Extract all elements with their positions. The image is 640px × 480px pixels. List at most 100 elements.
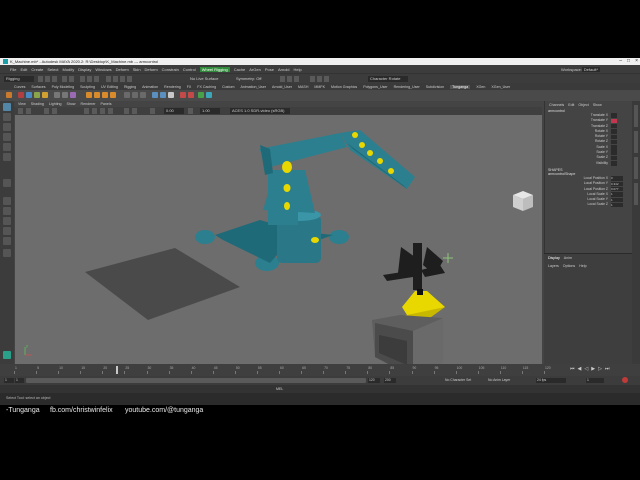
outliner-layout-icon[interactable]: [3, 217, 11, 225]
select-hierarchy-icon[interactable]: [80, 76, 85, 82]
shelf-tool-icon[interactable]: [152, 92, 158, 98]
shelf-tab-surfaces[interactable]: Surfaces: [31, 85, 45, 89]
shelf-grid-icon[interactable]: [132, 92, 138, 98]
layer-tab-anim[interactable]: Anim: [564, 256, 572, 260]
menu-display[interactable]: Display: [78, 67, 91, 72]
shape-attribute-row[interactable]: Local Scale Z1: [545, 202, 632, 208]
shelf-tab-rigging[interactable]: Rigging: [124, 85, 136, 89]
shape-attribute-value[interactable]: 1: [611, 202, 623, 208]
command-line[interactable]: MEL: [0, 385, 640, 393]
shelf-tab-xgen[interactable]: XGen: [476, 85, 485, 89]
play-back-icon[interactable]: ◁: [584, 366, 588, 374]
cb-tab-show[interactable]: Show: [593, 103, 602, 107]
shelf-tab-animation-user[interactable]: Animation_User: [240, 85, 266, 89]
four-view-layout-icon[interactable]: [3, 207, 11, 215]
side-tab-tool-settings[interactable]: [634, 157, 638, 179]
new-scene-icon[interactable]: [38, 76, 43, 82]
shelf-tab-mmfk[interactable]: MMFK: [314, 85, 325, 89]
shelf-tool-icon[interactable]: [160, 92, 166, 98]
maximize-button[interactable]: □: [627, 58, 630, 65]
shelf-tab-curves[interactable]: Curves: [14, 85, 25, 89]
snap-grid-icon[interactable]: [106, 76, 111, 82]
shelf-tab-rendering[interactable]: Rendering: [164, 85, 181, 89]
shelf-script-icon[interactable]: [18, 92, 24, 98]
snap-curve-icon[interactable]: [113, 76, 118, 82]
select-object-icon[interactable]: [87, 76, 92, 82]
channel-attribute-value[interactable]: [611, 139, 617, 145]
render-settings-icon[interactable]: [294, 76, 299, 82]
shelf-tab-xgen-user[interactable]: XGen_User: [491, 85, 510, 89]
channel-attribute-row[interactable]: Visibility: [545, 161, 632, 166]
menu-create[interactable]: Create: [31, 67, 43, 72]
crate-box[interactable]: [372, 315, 443, 364]
paint-select-tool-icon[interactable]: [3, 123, 11, 131]
save-scene-icon[interactable]: [52, 76, 57, 82]
menu-cache[interactable]: Cache: [234, 67, 246, 72]
hypershade-layout-icon[interactable]: [3, 237, 11, 245]
shelf-settings-icon[interactable]: [6, 92, 12, 98]
go-to-end-icon[interactable]: ⏭: [605, 366, 610, 374]
shelf-tool-icon[interactable]: [180, 92, 186, 98]
menu-windows[interactable]: Windows: [95, 67, 111, 72]
channel-attribute-value[interactable]: [611, 155, 617, 161]
channel-attribute-value[interactable]: [611, 150, 617, 155]
shelf-tool-icon[interactable]: [168, 92, 174, 98]
shelf-cube-icon[interactable]: [110, 92, 116, 98]
lights-icon[interactable]: [108, 108, 113, 114]
layer-menu-layers[interactable]: Layers: [548, 264, 559, 268]
snap-surface-icon[interactable]: [127, 76, 132, 82]
grid-toggle-icon[interactable]: [44, 108, 49, 114]
side-tab-channel-box[interactable]: [634, 105, 638, 127]
view-cube-icon[interactable]: [513, 191, 533, 211]
shelf-tab-fx[interactable]: FX: [187, 85, 192, 89]
minimize-button[interactable]: –: [619, 58, 622, 65]
smooth-shade-icon[interactable]: [92, 108, 97, 114]
shelf-tool-icon[interactable]: [54, 92, 60, 98]
menu-argen[interactable]: ArGen: [249, 67, 261, 72]
ipr-render-icon[interactable]: [287, 76, 292, 82]
shelf-tool-icon[interactable]: [188, 92, 194, 98]
yellow-bucket[interactable]: [400, 289, 445, 320]
symmetry-label[interactable]: Symmetry: Off: [236, 76, 261, 82]
scene-view[interactable]: y: [15, 115, 542, 364]
exposure-field[interactable]: 0.00: [164, 108, 184, 114]
shelf-tab-fx-caching[interactable]: FX Caching: [197, 85, 216, 89]
perspective-viewport[interactable]: y: [15, 115, 542, 364]
menu-constrain[interactable]: Constrain: [162, 67, 179, 72]
snap-point-icon[interactable]: [120, 76, 125, 82]
lasso-tool-icon[interactable]: [3, 113, 11, 121]
shelf-tab-arnold-user[interactable]: Arnold_User: [272, 85, 292, 89]
play-forward-icon[interactable]: ▶: [591, 366, 595, 374]
redo-icon[interactable]: [69, 76, 74, 82]
gamma-field[interactable]: 1.00: [200, 108, 220, 114]
shelf-tab-rendering-user[interactable]: Rendering_User: [394, 85, 420, 89]
shelf-tool-icon[interactable]: [34, 92, 40, 98]
shelf-tab-uv-editing[interactable]: UV Editing: [101, 85, 118, 89]
side-tab-attribute-editor[interactable]: [634, 131, 638, 153]
shelf-cube-icon[interactable]: [94, 92, 100, 98]
go-to-start-icon[interactable]: ⏮: [570, 366, 575, 374]
character-panel-field[interactable]: Character Rotate: [368, 76, 408, 82]
channel-attribute-value[interactable]: [611, 123, 617, 129]
range-end-field[interactable]: 200: [384, 378, 396, 383]
youtube-link[interactable]: youtube.com/@tunganga: [125, 407, 203, 414]
shelf-tool-icon[interactable]: [26, 92, 32, 98]
locator-crosshair[interactable]: [443, 253, 453, 263]
channel-attribute-value[interactable]: [611, 129, 617, 134]
anim-layer-label[interactable]: No Anim Layer: [488, 378, 510, 383]
move-tool-icon[interactable]: [3, 133, 11, 141]
gamma-icon[interactable]: [188, 108, 193, 114]
render-icon[interactable]: [280, 76, 285, 82]
cb-tab-object[interactable]: Object: [578, 103, 588, 107]
rotate-tool-icon[interactable]: [3, 143, 11, 151]
render-view-icon[interactable]: [324, 76, 329, 82]
menu-edit[interactable]: Edit: [20, 67, 27, 72]
shelf-tool-icon[interactable]: [206, 92, 212, 98]
menu-select[interactable]: Select: [47, 67, 58, 72]
range-start-field[interactable]: 1: [4, 378, 14, 383]
select-component-icon[interactable]: [94, 76, 99, 82]
layer-tab-display[interactable]: Display: [548, 256, 560, 260]
current-time-marker[interactable]: [116, 366, 118, 374]
shelf-tool-icon[interactable]: [198, 92, 204, 98]
isolate-select-icon[interactable]: [124, 108, 129, 114]
